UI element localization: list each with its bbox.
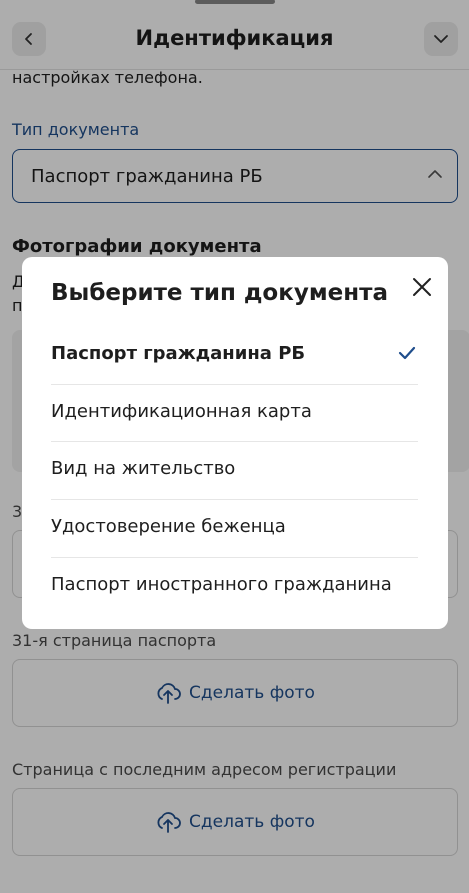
option-id-card[interactable]: Идентификационная карта xyxy=(51,385,418,443)
close-button[interactable] xyxy=(408,273,436,301)
dialog-title: Выберите тип документа xyxy=(51,280,388,306)
option-label: Паспорт иностранного гражданина xyxy=(51,573,392,595)
option-foreign-passport[interactable]: Паспорт иностранного гражданина xyxy=(51,558,418,616)
option-label: Паспорт гражданина РБ xyxy=(51,343,306,364)
option-label: Удостоверение беженца xyxy=(51,516,286,538)
identification-screen: Идентификация настройках телефона. Тип д… xyxy=(0,0,469,893)
close-icon xyxy=(413,278,431,296)
option-residence-permit[interactable]: Вид на жительство xyxy=(51,442,418,501)
option-label: Вид на жительство xyxy=(51,458,236,480)
option-passport-rb[interactable]: Паспорт гражданина РБ xyxy=(51,327,418,385)
doc-type-dialog: Выберите тип документа Паспорт гражданин… xyxy=(22,257,448,629)
option-label: Идентификационная карта xyxy=(51,400,312,422)
doc-type-options: Паспорт гражданина РБ Идентификационная … xyxy=(51,327,418,615)
option-refugee-certificate[interactable]: Удостоверение беженца xyxy=(51,500,418,558)
check-icon xyxy=(398,346,416,360)
